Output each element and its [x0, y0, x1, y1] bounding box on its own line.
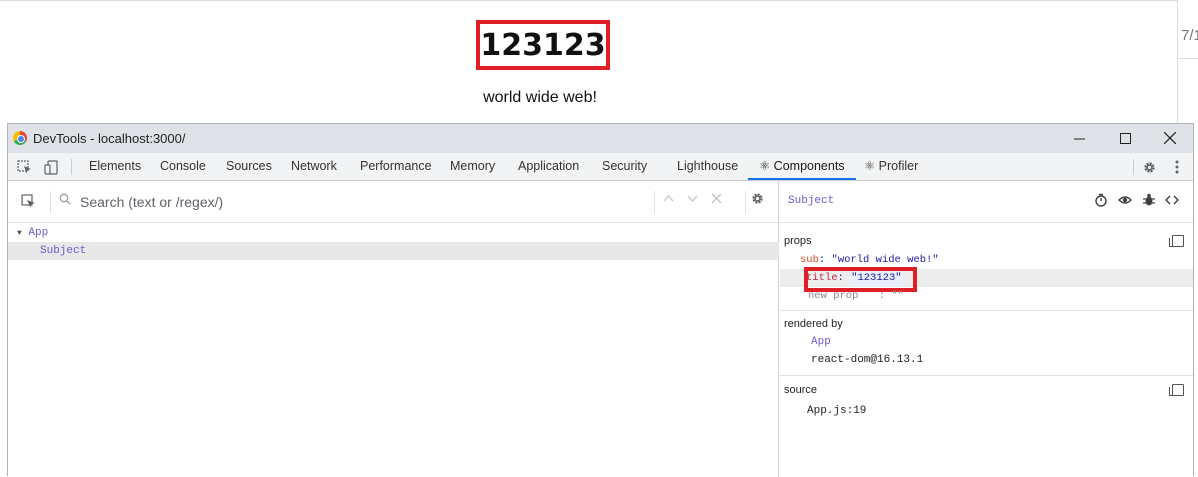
eye-icon	[1118, 196, 1132, 204]
props-title: props	[784, 235, 812, 247]
maximize-button[interactable]	[1114, 127, 1136, 149]
tree-settings-button[interactable]	[750, 191, 765, 211]
minimize-button[interactable]	[1068, 127, 1090, 149]
devtools-tabbar: Elements Console Sources Network Perform…	[8, 153, 1193, 181]
cursor-select-icon	[16, 159, 31, 173]
tab-memory[interactable]: Memory	[450, 153, 495, 180]
inspector-pane: Subject props sub: "world wide web!" tit…	[780, 181, 1193, 477]
source-title: source	[784, 384, 818, 396]
close-icon	[1164, 132, 1176, 144]
inspect-dom-icon[interactable]	[1118, 193, 1132, 210]
prop-key: sub	[800, 254, 819, 266]
rendered-by-title: rendered by	[784, 318, 843, 330]
previous-result-button[interactable]	[663, 192, 674, 207]
tab-network[interactable]: Network	[291, 153, 337, 180]
close-window-button[interactable]	[1159, 127, 1181, 149]
side-panel	[1178, 0, 1198, 124]
code-brackets-icon	[1165, 195, 1179, 205]
search-icon	[59, 193, 71, 208]
tab-sources[interactable]: Sources	[226, 153, 272, 180]
tab-separator	[1133, 159, 1134, 175]
kebab-menu-icon	[1175, 160, 1179, 174]
bug-icon	[1143, 193, 1155, 206]
search-input[interactable]	[80, 191, 640, 213]
tree-item-subject[interactable]: Subject	[8, 242, 779, 260]
prop-separator: :	[878, 290, 886, 302]
selected-component-name: Subject	[788, 195, 835, 207]
gear-icon	[752, 193, 763, 204]
prop-value[interactable]: "world wide web!"	[832, 254, 939, 266]
side-panel-text: 7/1	[1181, 27, 1198, 44]
app-page: 123123 world wide web! 7/1	[0, 0, 1198, 124]
log-to-console-icon[interactable]	[1142, 193, 1156, 210]
page-subtitle: world wide web!	[483, 89, 597, 106]
tab-lighthouse[interactable]: Lighthouse	[677, 153, 738, 180]
tab-profiler[interactable]: ⚛ Profiler	[864, 153, 918, 180]
component-tree-pane: ▼ App Subject	[8, 181, 779, 477]
tab-application[interactable]: Application	[518, 153, 579, 180]
tab-performance[interactable]: Performance	[360, 153, 432, 180]
stopwatch-icon	[1095, 193, 1107, 207]
suspend-timer-icon[interactable]	[1094, 193, 1108, 210]
prop-separator: :	[818, 254, 826, 266]
inspect-element-icon[interactable]	[15, 158, 33, 176]
new-prop-row[interactable]: new prop : ""	[780, 287, 1193, 305]
maximize-icon	[1119, 132, 1131, 144]
chrome-logo-icon	[13, 131, 27, 145]
tree-item-label: App	[28, 227, 49, 239]
tab-components[interactable]: ⚛ Components	[748, 153, 856, 180]
tree-search-bar	[8, 181, 778, 223]
next-result-button[interactable]	[687, 192, 698, 207]
search-separator	[745, 191, 746, 213]
settings-gear-icon[interactable]	[1140, 158, 1158, 176]
clear-search-button[interactable]	[711, 192, 722, 207]
expand-triangle-icon[interactable]: ▼	[17, 229, 22, 238]
new-prop-value[interactable]: ""	[891, 290, 904, 302]
inspector-header: Subject	[780, 181, 1193, 223]
cursor-select-icon	[21, 194, 35, 208]
section-divider	[780, 310, 1193, 311]
source-location[interactable]: App.js:19	[807, 405, 866, 417]
renderer-version: react-dom@16.13.1	[811, 354, 924, 366]
page-top-border	[0, 0, 1178, 1]
more-options-icon[interactable]	[1168, 158, 1186, 176]
tree-item-app[interactable]: ▼ App	[8, 224, 779, 242]
devtools-titlebar[interactable]: DevTools - localhost:3000/	[8, 124, 1193, 153]
devtools-window: DevTools - localhost:3000/ Elements Cons…	[7, 123, 1194, 477]
rendered-by-app-link[interactable]: App	[811, 336, 831, 348]
side-panel-divider	[1178, 58, 1198, 59]
tab-console[interactable]: Console	[160, 153, 206, 180]
view-source-icon[interactable]	[1165, 193, 1179, 210]
minimize-icon	[1073, 138, 1085, 139]
close-icon	[711, 193, 722, 204]
gear-icon	[1143, 161, 1155, 173]
chevron-up-icon	[663, 195, 674, 202]
copy-props-icon[interactable]	[1169, 235, 1184, 247]
tab-separator	[71, 159, 72, 175]
copy-source-icon[interactable]	[1169, 384, 1184, 396]
device-icon	[43, 159, 58, 175]
window-title: DevTools - localhost:3000/	[33, 131, 186, 146]
tab-security[interactable]: Security	[602, 153, 647, 180]
device-toolbar-icon[interactable]	[42, 158, 60, 176]
new-prop-key[interactable]: new prop	[808, 290, 858, 302]
tree-item-label: Subject	[40, 245, 87, 257]
chevron-down-icon	[687, 195, 698, 202]
section-divider	[780, 375, 1193, 376]
search-separator	[50, 191, 51, 213]
select-component-icon[interactable]	[21, 194, 37, 210]
search-separator	[654, 191, 655, 213]
tab-elements[interactable]: Elements	[89, 153, 141, 180]
page-heading: 123123	[476, 20, 610, 70]
